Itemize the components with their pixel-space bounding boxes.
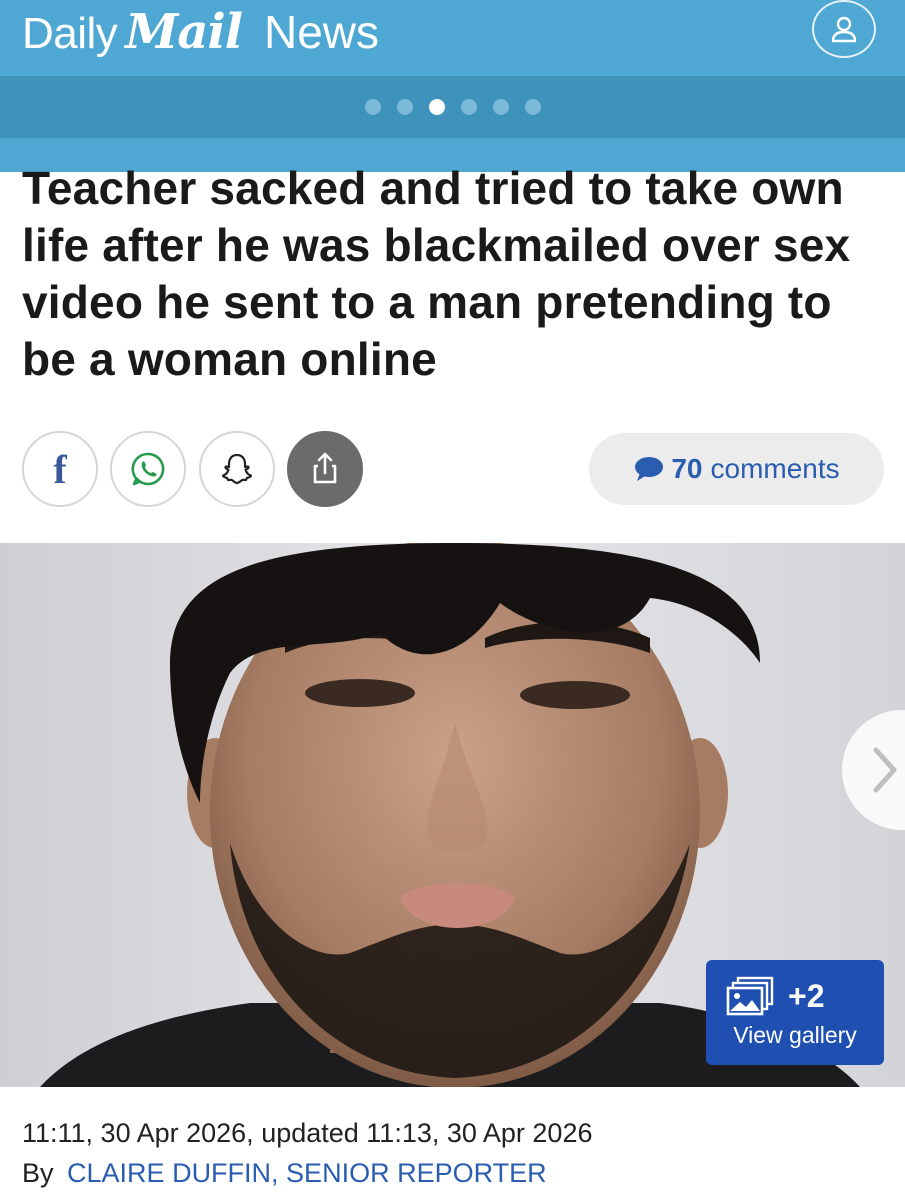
view-gallery-button[interactable]: +2 View gallery [706,960,884,1065]
gallery-count: +2 [788,978,825,1014]
comments-count: 70 [671,453,703,484]
comments-label: comments [710,453,840,484]
whatsapp-icon [131,452,165,486]
comments-button[interactable]: 70 comments [589,433,884,505]
native-share-button[interactable] [287,431,363,507]
chevron-right-icon [873,747,897,793]
carousel-dot[interactable] [396,99,413,115]
gallery-icon [726,976,774,1016]
comment-bubble-icon [635,457,664,481]
article-timestamp: 11:11, 30 Apr 2026, updated 11:13, 30 Ap… [22,1118,593,1148]
author-link[interactable]: CLAIRE DUFFIN, SENIOR REPORTER [67,1158,547,1188]
whatsapp-share-button[interactable] [110,431,186,507]
site-logo[interactable]: Daily Mail News [22,4,379,64]
byline-prefix: By [22,1158,54,1188]
section-title[interactable]: News [264,5,379,59]
snapchat-share-button[interactable] [199,431,275,507]
carousel-dot[interactable] [524,99,541,115]
carousel-dot[interactable] [364,99,381,115]
facebook-share-button[interactable]: f [22,431,98,507]
article-headline: Teacher sacked and tried to take own lif… [22,162,851,385]
carousel-indicator [0,76,905,138]
carousel-dot[interactable] [460,99,477,115]
logo-daily: Daily [22,9,118,58]
image-next-button[interactable] [842,710,905,830]
article-byline: By CLAIRE DUFFIN, SENIOR REPORTER [22,1158,547,1189]
logo-mail: Mail [125,4,243,60]
article-main-image[interactable]: +2 View gallery [0,543,905,1087]
carousel-dot[interactable] [492,99,509,115]
snapchat-icon [221,453,253,485]
carousel-dot-active[interactable] [428,99,445,115]
site-header: Daily Mail News [0,0,905,76]
gallery-label: View gallery [733,1022,857,1048]
facebook-icon: f [53,446,67,492]
share-icon [313,452,337,484]
account-button[interactable] [812,0,876,58]
user-icon [831,16,857,43]
